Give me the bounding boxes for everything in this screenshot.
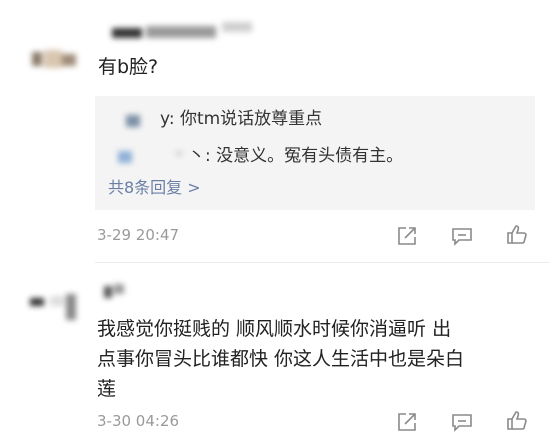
share-icon[interactable] bbox=[395, 224, 419, 248]
view-all-replies-link[interactable]: 共8条回复 > bbox=[108, 174, 201, 198]
timestamp: 3-29 20:47 bbox=[97, 226, 180, 244]
thumbs-up-icon[interactable] bbox=[505, 223, 529, 247]
timestamp: 3-30 04:26 bbox=[97, 412, 180, 430]
avatar[interactable] bbox=[32, 40, 88, 80]
comment-text: 我感觉你挺贱的 顺风顺水时候你消逼听 出 点事你冒头比谁都快 你这人生活中也是朵… bbox=[97, 318, 465, 400]
avatar[interactable] bbox=[28, 286, 88, 330]
share-icon[interactable] bbox=[395, 410, 419, 434]
username-blurred[interactable] bbox=[112, 10, 262, 48]
comment-icon[interactable] bbox=[450, 224, 474, 248]
thumbs-up-icon[interactable] bbox=[505, 409, 529, 433]
divider bbox=[95, 262, 550, 263]
reply-user-blurred bbox=[124, 113, 144, 129]
username-blurred[interactable] bbox=[100, 280, 130, 302]
reply-user-blurred bbox=[116, 148, 186, 166]
reply-text: 丶: 没意义。冤有头债有主。 bbox=[188, 146, 404, 166]
comment-icon[interactable] bbox=[450, 410, 474, 434]
comment-text: 有b脸? bbox=[98, 56, 159, 78]
reply-text: y: 你tm说话放尊重点 bbox=[160, 109, 323, 129]
